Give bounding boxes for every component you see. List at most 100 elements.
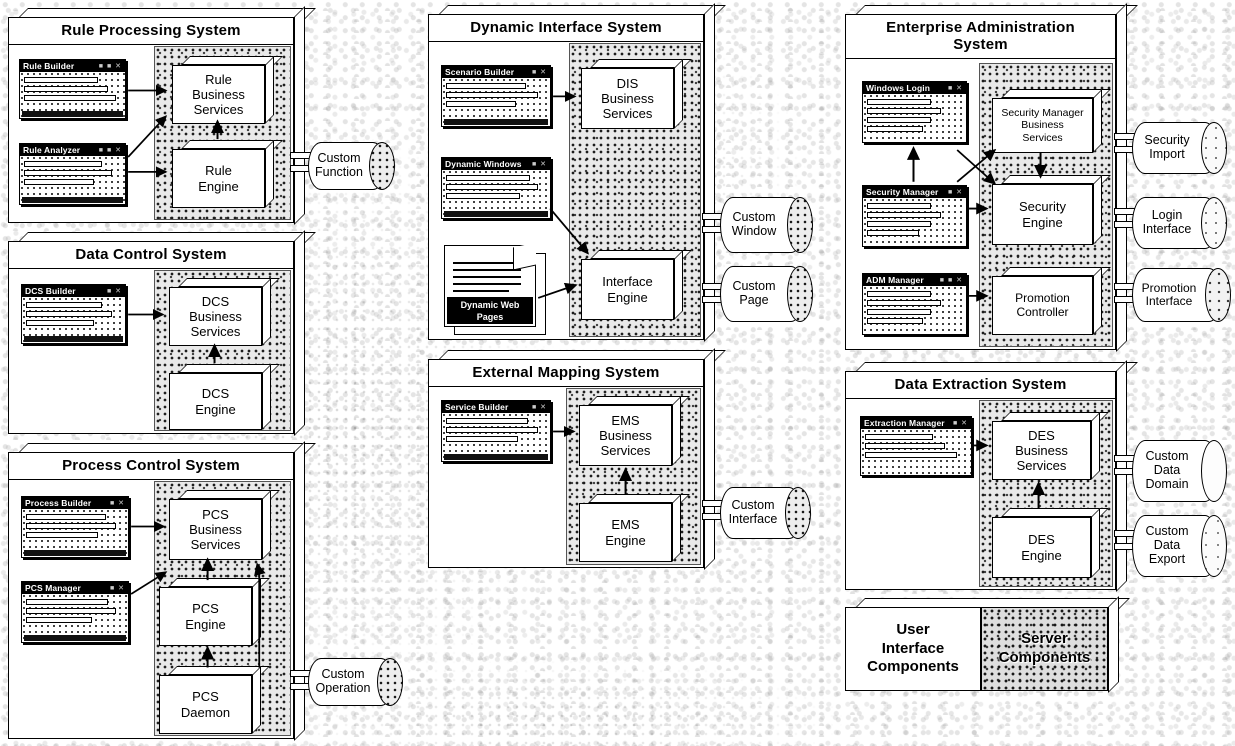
window-statusbar [24,336,123,342]
component-ems-engine[interactable]: EMS Engine [579,494,690,562]
label-line: Custom [731,498,775,513]
component-dynamic-web-pages[interactable]: Dynamic Web Pages [444,242,546,335]
window-title: Windows Login [866,83,931,93]
label-line: Engine [198,178,239,194]
window-controls[interactable]: ■ ✕ [953,419,968,427]
window-extraction-manager[interactable]: Extraction Manager ■ ✕ [860,416,972,476]
window-security-manager[interactable]: Security Manager ■ ✕ [862,185,967,247]
window-controls[interactable]: ■ ✕ [948,188,963,196]
extension-security-import[interactable]: Security Import [1132,122,1227,174]
window-dcs-builder[interactable]: DCS Builder ■ ✕ [21,284,126,344]
document-caption: Dynamic Web Pages [447,297,533,324]
window-field [867,300,941,306]
extension-custom-data-export[interactable]: Custom Data Export [1132,515,1227,577]
window-controls[interactable]: ■ ■ ✕ [99,146,122,154]
extension-custom-window[interactable]: Custom Window [720,197,813,253]
label-line: Data [1153,538,1181,553]
extension-label: Custom Function [308,142,386,190]
window-controls[interactable]: ■ ✕ [532,68,547,76]
window-service-builder[interactable]: Service Builder ■ ✕ [441,400,551,462]
extension-custom-operation[interactable]: Custom Operation [308,658,403,706]
component-dis-business-services[interactable]: DIS Business Services [581,59,692,129]
extension-label: Custom Data Domain [1132,440,1218,502]
window-controls[interactable]: ■ ✕ [532,403,547,411]
label-line: Services [190,324,241,340]
cube-front-face: DES Engine [992,517,1091,578]
window-controls[interactable]: ■ ■ ✕ [940,276,963,284]
window-controls[interactable]: ■ ■ ✕ [99,62,122,70]
window-controls[interactable]: ■ ✕ [107,287,122,295]
extension-login-interface[interactable]: Login Interface [1132,197,1227,249]
label-line: Custom [732,279,776,294]
document-text-line [453,290,509,292]
label-line: Business [1015,442,1068,458]
window-controls[interactable]: ■ ✕ [948,84,963,92]
component-rule-business-services[interactable]: Rule Business Services [172,56,283,124]
window-field [24,161,102,167]
window-pcs-manager[interactable]: PCS Manager ■ ✕ [21,581,129,643]
window-windows-login[interactable]: Windows Login ■ ✕ [862,81,967,143]
component-des-business-services[interactable]: DES Business Services [992,412,1109,480]
system-title: Dynamic Interface System [429,15,703,42]
system-process-control: Process Control System Process Builder ■… [8,441,316,741]
window-body [20,72,125,118]
window-body [22,297,125,343]
container-side-face [294,230,305,436]
extension-custom-page[interactable]: Custom Page [720,266,813,322]
window-adm-manager[interactable]: ADM Manager ■ ■ ✕ [862,273,967,335]
extension-custom-function[interactable]: Custom Function [308,142,395,190]
window-title: Rule Analyzer [23,145,81,155]
label-line: Engine [607,289,648,305]
label-line: DIS [616,75,639,91]
component-pcs-business-services[interactable]: PCS Business Services [169,490,280,560]
component-label: Security Engine [1019,199,1066,229]
extension-promotion-interface[interactable]: Promotion Interface [1132,268,1231,322]
component-promotion-controller[interactable]: Promotion Controller [992,267,1111,335]
component-pcs-daemon[interactable]: PCS Daemon [159,666,270,734]
component-des-engine[interactable]: DES Engine [992,508,1109,578]
component-label: Rule Engine [198,163,238,193]
window-titlebar: Process Builder ■ ✕ [22,497,128,509]
window-controls[interactable]: ■ ✕ [110,584,125,592]
window-rule-builder[interactable]: Rule Builder ■ ■ ✕ [19,59,126,119]
label-line: User [896,620,930,638]
window-rule-analyzer[interactable]: Rule Analyzer ■ ■ ✕ [19,143,126,205]
extension-custom-data-domain[interactable]: Custom Data Domain [1132,440,1227,502]
window-titlebar: DCS Builder ■ ✕ [22,285,125,297]
label-line: Interface [1142,222,1192,236]
component-pcs-engine[interactable]: PCS Engine [159,578,270,646]
container-front-face: External Mapping System Service Builder … [428,359,704,568]
window-title: Rule Builder [23,61,75,71]
window-body [863,286,966,334]
label-line: Import [1149,147,1185,161]
window-field [446,193,520,199]
label-line: Services [190,537,241,553]
label-line: Services [602,106,653,122]
window-field [867,99,931,105]
window-title: Service Builder [445,402,509,412]
component-ems-business-services[interactable]: EMS Business Services [579,396,690,466]
extension-custom-interface[interactable]: Custom Interface [720,487,811,539]
window-title: Extraction Manager [864,418,945,428]
component-dcs-engine[interactable]: DCS Engine [169,364,280,430]
window-field [24,86,108,92]
label-line: Export [1148,551,1186,566]
window-body [20,156,125,204]
component-rule-engine[interactable]: Rule Engine [172,140,283,208]
window-scenario-builder[interactable]: Scenario Builder ■ ✕ [441,65,551,127]
component-security-manager-business-services[interactable]: Security Manager Business Services [992,89,1111,153]
label-line: Rule [205,163,232,179]
component-security-engine[interactable]: Security Engine [992,175,1111,245]
label-line: Interface [728,512,778,526]
component-dcs-business-services[interactable]: DCS Business Services [169,278,280,346]
label-line: Promotion [1015,290,1070,305]
window-field [867,291,931,297]
window-controls[interactable]: ■ ✕ [110,499,125,507]
window-body [861,429,971,475]
component-interface-engine[interactable]: Interface Engine [581,250,692,320]
window-dynamic-windows[interactable]: Dynamic Windows ■ ✕ [441,157,551,219]
window-controls[interactable]: ■ ✕ [532,160,547,168]
window-process-builder[interactable]: Process Builder ■ ✕ [21,496,129,558]
container-side-face [294,441,305,741]
label-line: PCS [202,506,229,522]
